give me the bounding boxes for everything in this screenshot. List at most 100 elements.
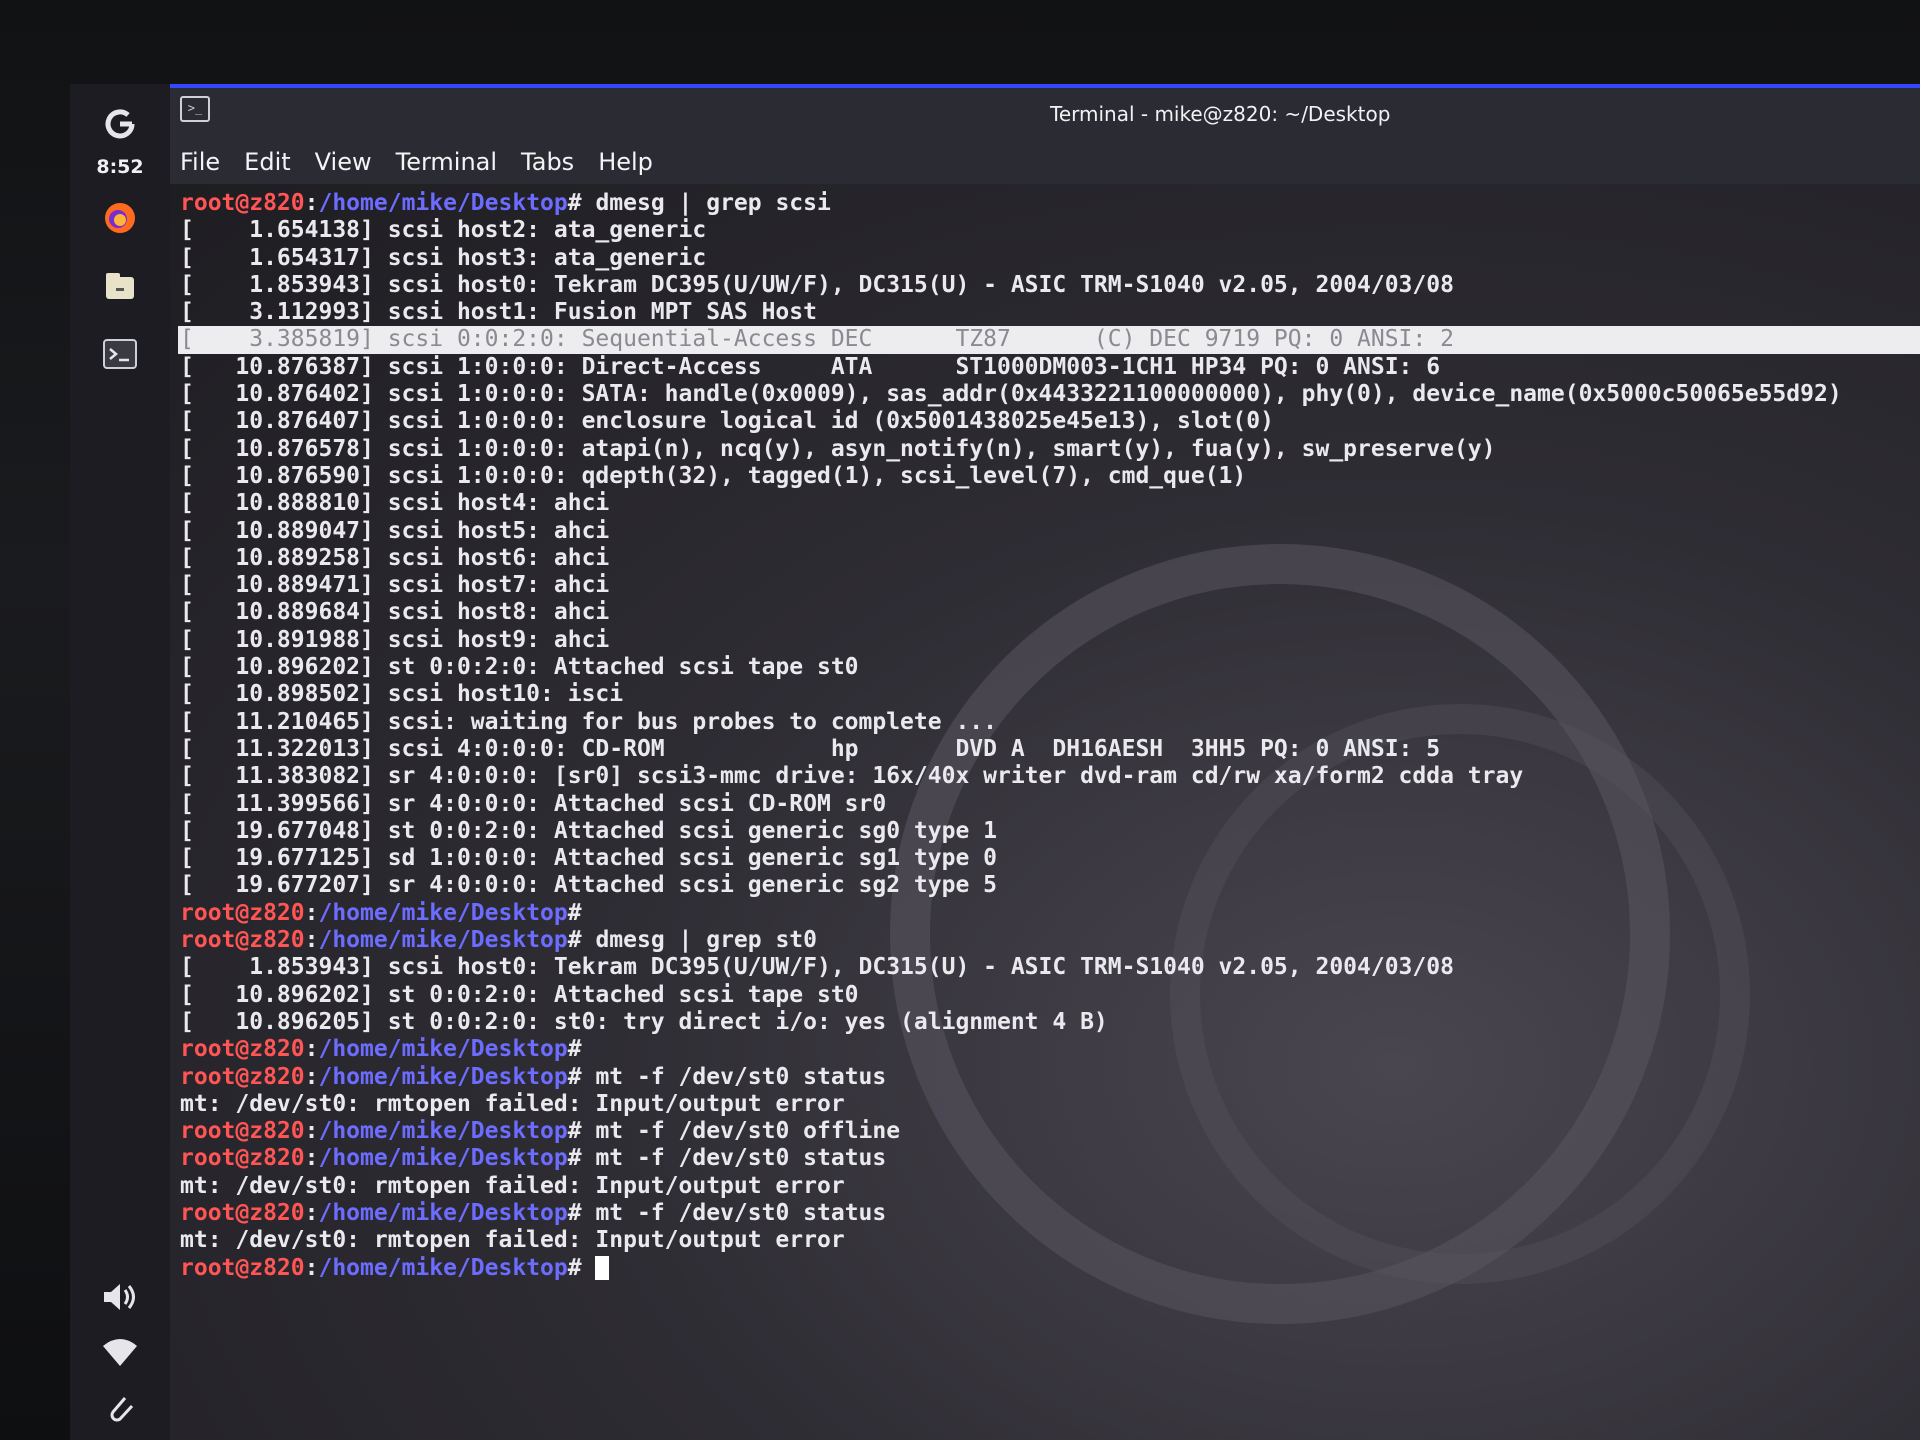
output-line: [ 10.896205] st 0:0:2:0: st0: try direct… bbox=[180, 1008, 1108, 1035]
menu-view[interactable]: View bbox=[315, 148, 372, 176]
prompt-line: root@z820:/home/mike/Desktop# dmesg | gr… bbox=[180, 927, 1920, 954]
prompt-path: /home/mike/Desktop bbox=[318, 1145, 568, 1172]
prompt-path: /home/mike/Desktop bbox=[318, 1254, 568, 1281]
prompt-user: root@z820 bbox=[180, 1145, 305, 1172]
output-line: [ 11.399566] sr 4:0:0:0: Attached scsi C… bbox=[180, 790, 887, 817]
output-line: [ 1.654138] scsi host2: ata_generic bbox=[180, 217, 707, 244]
prompt-sep: : bbox=[304, 1254, 319, 1281]
prompt-line: root@z820:/home/mike/Desktop# bbox=[180, 900, 1920, 927]
prompt-line: root@z820:/home/mike/Desktop# dmesg | gr… bbox=[180, 190, 1920, 217]
terminal-area[interactable]: root@z820:/home/mike/Desktop# dmesg | gr… bbox=[170, 184, 1920, 1440]
prompt-symbol: # bbox=[567, 1254, 582, 1281]
prompt-user: root@z820 bbox=[180, 1036, 305, 1063]
prompt-sep: : bbox=[304, 1036, 319, 1063]
command-text: mt -f /dev/st0 status bbox=[581, 1199, 887, 1226]
prompt-line: root@z820:/home/mike/Desktop# mt -f /dev… bbox=[180, 1064, 1920, 1091]
prompt-line: root@z820:/home/mike/Desktop# mt -f /dev… bbox=[180, 1200, 1920, 1227]
output-line: [ 11.322013] scsi 4:0:0:0: CD-ROM hp DVD… bbox=[180, 735, 1441, 762]
files-icon[interactable] bbox=[92, 258, 148, 314]
menu-edit[interactable]: Edit bbox=[244, 148, 290, 176]
menu-tabs[interactable]: Tabs bbox=[521, 148, 574, 176]
window-terminal-icon: >_ bbox=[180, 96, 210, 122]
terminal-window: >_ Terminal - mike@z820: ~/Desktop File … bbox=[170, 84, 1920, 1440]
command-text: dmesg | grep st0 bbox=[581, 927, 817, 954]
prompt-symbol: # bbox=[567, 1036, 582, 1063]
output-line: [ 19.677207] sr 4:0:0:0: Attached scsi g… bbox=[180, 872, 997, 899]
selected-text: [ 3.385819] scsi 0:0:2:0: Sequential-Acc… bbox=[178, 326, 1920, 354]
prompt-symbol: # bbox=[567, 1118, 582, 1145]
output-line: [ 11.383082] sr 4:0:0:0: [sr0] scsi3-mmc… bbox=[180, 763, 1524, 790]
command-text: dmesg | grep scsi bbox=[581, 190, 831, 216]
prompt-symbol: # bbox=[567, 1199, 582, 1226]
prompt-sep: : bbox=[304, 1118, 319, 1145]
prompt-line: root@z820:/home/mike/Desktop# bbox=[180, 1036, 1920, 1063]
prompt-user: root@z820 bbox=[180, 1118, 305, 1145]
output-line: [ 10.889471] scsi host7: ahci bbox=[180, 572, 610, 599]
clock: 8:52 bbox=[96, 156, 144, 178]
output-line: [ 10.876407] scsi 1:0:0:0: enclosure log… bbox=[180, 408, 1274, 435]
window-title: Terminal - mike@z820: ~/Desktop bbox=[1050, 102, 1391, 126]
clip-icon[interactable] bbox=[105, 1392, 135, 1430]
firefox-icon[interactable] bbox=[92, 190, 148, 246]
volume-icon[interactable] bbox=[101, 1280, 139, 1318]
output-line: mt: /dev/st0: rmtopen failed: Input/outp… bbox=[180, 1172, 845, 1199]
prompt-user: root@z820 bbox=[180, 1199, 305, 1226]
command-text: mt -f /dev/st0 status bbox=[581, 1145, 887, 1172]
prompt-path: /home/mike/Desktop bbox=[318, 1036, 568, 1063]
output-line: mt: /dev/st0: rmtopen failed: Input/outp… bbox=[180, 1227, 845, 1254]
prompt-sep: : bbox=[304, 1063, 319, 1090]
prompt-sep: : bbox=[304, 190, 319, 216]
output-line: [ 1.853943] scsi host0: Tekram DC395(U/U… bbox=[180, 271, 1454, 298]
output-line: [ 10.876578] scsi 1:0:0:0: atapi(n), ncq… bbox=[180, 435, 1496, 462]
output-line: [ 10.876590] scsi 1:0:0:0: qdepth(32), t… bbox=[180, 462, 1247, 489]
prompt-sep: : bbox=[304, 899, 319, 926]
prompt-symbol: # bbox=[567, 899, 582, 926]
prompt-sep: : bbox=[304, 1199, 319, 1226]
title-bar[interactable]: >_ Terminal - mike@z820: ~/Desktop bbox=[170, 88, 1920, 140]
output-line: [ 3.112993] scsi host1: Fusion MPT SAS H… bbox=[180, 299, 817, 326]
prompt-user: root@z820 bbox=[180, 190, 305, 216]
output-line: [ 10.891988] scsi host9: ahci bbox=[180, 626, 610, 653]
output-line: [ 10.889258] scsi host6: ahci bbox=[180, 544, 610, 571]
prompt-user: root@z820 bbox=[180, 1254, 305, 1281]
output-line: [ 10.876402] scsi 1:0:0:0: SATA: handle(… bbox=[180, 381, 1842, 408]
prompt-symbol: # bbox=[567, 927, 582, 954]
terminal-output: root@z820:/home/mike/Desktop# dmesg | gr… bbox=[178, 190, 1920, 1282]
menu-terminal[interactable]: Terminal bbox=[396, 148, 497, 176]
prompt-symbol: # bbox=[567, 190, 582, 216]
output-line: [ 1.654317] scsi host3: ata_generic bbox=[180, 244, 707, 271]
prompt-line: root@z820:/home/mike/Desktop# mt -f /dev… bbox=[180, 1145, 1920, 1172]
text-cursor bbox=[595, 1256, 610, 1281]
command-text bbox=[582, 1255, 596, 1281]
terminal-icon[interactable] bbox=[92, 326, 148, 382]
prompt-symbol: # bbox=[567, 1063, 582, 1090]
menu-file[interactable]: File bbox=[180, 148, 220, 176]
output-line: [ 10.876387] scsi 1:0:0:0: Direct-Access… bbox=[180, 353, 1441, 380]
prompt-sep: : bbox=[304, 927, 319, 954]
output-line: [ 10.896202] st 0:0:2:0: Attached scsi t… bbox=[180, 981, 859, 1008]
output-line: [ 10.896202] st 0:0:2:0: Attached scsi t… bbox=[180, 654, 859, 681]
prompt-path: /home/mike/Desktop bbox=[318, 927, 568, 954]
prompt-path: /home/mike/Desktop bbox=[318, 899, 568, 926]
output-line: mt: /dev/st0: rmtopen failed: Input/outp… bbox=[180, 1090, 845, 1117]
prompt-sep: : bbox=[304, 1145, 319, 1172]
prompt-symbol: # bbox=[567, 1145, 582, 1172]
app-menu-icon[interactable] bbox=[92, 96, 148, 152]
output-line: [ 10.898502] scsi host10: isci bbox=[180, 681, 624, 708]
menu-help[interactable]: Help bbox=[598, 148, 653, 176]
command-text: mt -f /dev/st0 offline bbox=[581, 1118, 901, 1145]
output-line: [ 10.888810] scsi host4: ahci bbox=[180, 490, 610, 517]
prompt-user: root@z820 bbox=[180, 927, 305, 954]
selected-output-line: [ 3.385819] scsi 0:0:2:0: Sequential-Acc… bbox=[178, 326, 1920, 354]
prompt-user: root@z820 bbox=[180, 1063, 305, 1090]
output-line: [ 1.853943] scsi host0: Tekram DC395(U/U… bbox=[180, 954, 1454, 981]
output-line: [ 11.210465] scsi: waiting for bus probe… bbox=[180, 708, 997, 735]
output-line: [ 10.889684] scsi host8: ahci bbox=[180, 599, 610, 626]
menu-bar: File Edit View Terminal Tabs Help bbox=[170, 140, 1920, 185]
wifi-icon[interactable] bbox=[101, 1338, 139, 1372]
output-line: [ 19.677125] sd 1:0:0:0: Attached scsi g… bbox=[180, 845, 997, 872]
prompt-path: /home/mike/Desktop bbox=[318, 1063, 568, 1090]
prompt-line: root@z820:/home/mike/Desktop# bbox=[180, 1255, 1920, 1282]
prompt-path: /home/mike/Desktop bbox=[318, 1199, 568, 1226]
prompt-path: /home/mike/Desktop bbox=[318, 190, 568, 216]
